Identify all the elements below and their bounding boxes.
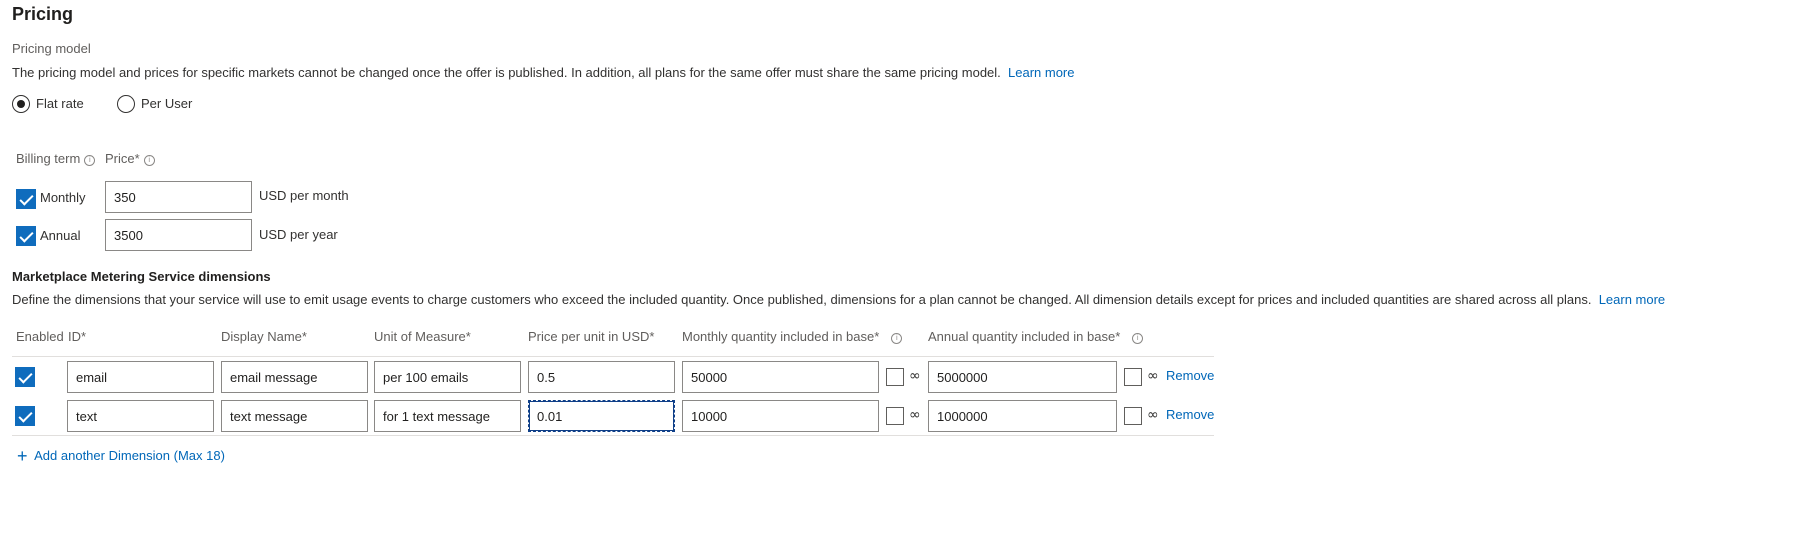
radio-flat-rate[interactable]: Flat rate (12, 95, 92, 113)
required-mark: * (1115, 329, 1121, 344)
col-display-name-text: Display Name (221, 329, 302, 344)
monthly-label: Monthly (40, 190, 86, 205)
metering-description: Define the dimensions that your service … (12, 292, 1665, 307)
monthly-price-input[interactable] (105, 181, 252, 213)
learn-more-link[interactable]: Learn more (1008, 65, 1074, 80)
billing-term-header-text: Billing term (16, 151, 81, 166)
required-mark: * (465, 329, 471, 344)
col-display-name: Display Name* (221, 329, 307, 344)
col-monthly-text: Monthly quantity included in base (682, 329, 875, 344)
infinity-icon: ∞ (909, 407, 921, 423)
pricing-model-description: The pricing model and prices for specifi… (12, 65, 1075, 80)
col-enabled: Enabled (16, 329, 64, 344)
dimension-id-input[interactable] (67, 400, 214, 432)
annual-quantity-input[interactable] (928, 361, 1117, 393)
annual-price-input[interactable] (105, 219, 252, 251)
remove-link[interactable]: Remove (1166, 368, 1214, 383)
required-mark: * (301, 329, 307, 344)
infinity-icon: ∞ (1147, 368, 1159, 384)
col-price: Price per unit in USD* (528, 329, 654, 344)
metering-description-text: Define the dimensions that your service … (12, 292, 1592, 307)
pricing-model-description-text: The pricing model and prices for specifi… (12, 65, 1001, 80)
col-unit: Unit of Measure* (374, 329, 471, 344)
required-mark: * (874, 329, 880, 344)
monthly-unlimited-checkbox[interactable] (886, 368, 904, 386)
radio-per-user-indicator[interactable] (117, 95, 135, 113)
radio-flat-rate-indicator[interactable] (12, 95, 30, 113)
annual-quantity-input[interactable] (928, 400, 1117, 432)
info-icon: i (1132, 333, 1144, 344)
price-header-text: Price (105, 151, 135, 166)
required-mark: * (134, 151, 140, 166)
annual-unit: USD per year (259, 227, 338, 242)
infinity-icon: ∞ (1147, 407, 1159, 423)
monthly-quantity-input[interactable] (682, 361, 879, 393)
dimension-id-input[interactable] (67, 361, 214, 393)
col-id-text: ID (68, 329, 81, 344)
info-icon: i (891, 333, 903, 344)
dimension-unit-input[interactable] (374, 361, 521, 393)
table-divider (12, 435, 1214, 436)
monthly-unit: USD per month (259, 188, 349, 203)
radio-per-user[interactable]: Per User (117, 95, 197, 113)
add-dimension-label: Add another Dimension (Max 18) (34, 448, 225, 463)
plus-icon: + (17, 446, 28, 466)
col-unit-text: Unit of Measure (374, 329, 466, 344)
required-mark: * (81, 329, 87, 344)
remove-link[interactable]: Remove (1166, 407, 1214, 422)
annual-unlimited-checkbox[interactable] (1124, 407, 1142, 425)
info-icon: i (143, 155, 155, 166)
dimension-display-name-input[interactable] (221, 400, 368, 432)
dimension-unit-input[interactable] (374, 400, 521, 432)
infinity-icon: ∞ (909, 368, 921, 384)
metering-title: Marketplace Metering Service dimensions (12, 269, 271, 284)
metering-learn-more-link[interactable]: Learn more (1599, 292, 1665, 307)
annual-unlimited-checkbox[interactable] (1124, 368, 1142, 386)
annual-checkbox[interactable] (16, 226, 36, 246)
col-annual-text: Annual quantity included in base (928, 329, 1116, 344)
monthly-checkbox[interactable] (16, 189, 36, 209)
dimension-price-input[interactable] (528, 400, 675, 432)
row-enabled-checkbox[interactable] (15, 406, 35, 426)
info-icon: i (84, 155, 96, 166)
annual-label: Annual (40, 228, 81, 243)
radio-flat-rate-label: Flat rate (36, 96, 84, 111)
add-dimension-button[interactable]: + Add another Dimension (Max 18) (17, 446, 225, 467)
dimension-price-input[interactable] (528, 361, 675, 393)
radio-per-user-label: Per User (141, 96, 193, 111)
pricing-model-label: Pricing model (12, 41, 91, 56)
required-mark: * (649, 329, 655, 344)
col-annual: Annual quantity included in base* i (928, 329, 1144, 344)
monthly-quantity-input[interactable] (682, 400, 879, 432)
dimension-display-name-input[interactable] (221, 361, 368, 393)
col-price-text: Price per unit in USD (528, 329, 650, 344)
table-divider (12, 356, 1214, 357)
billing-term-header: Billing term i (16, 151, 96, 166)
col-id: ID* (68, 329, 86, 344)
row-enabled-checkbox[interactable] (15, 367, 35, 387)
col-monthly: Monthly quantity included in base* i (682, 329, 903, 344)
price-header: Price* i (105, 151, 155, 166)
monthly-unlimited-checkbox[interactable] (886, 407, 904, 425)
section-title: Pricing (12, 4, 74, 24)
